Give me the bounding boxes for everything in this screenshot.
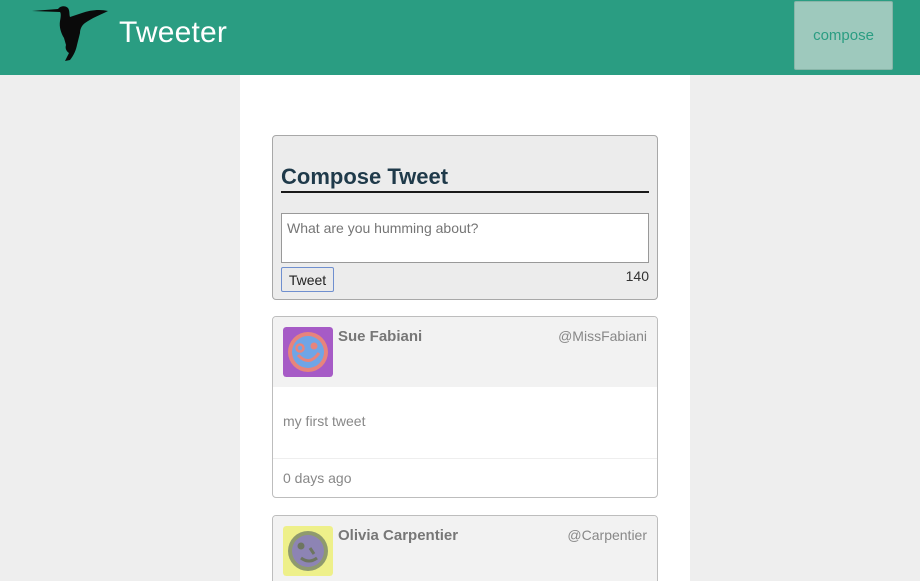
- compose-tweet-form: Compose Tweet Tweet 140: [272, 135, 658, 300]
- brand-title: Tweeter: [119, 16, 228, 49]
- avatar: [283, 526, 333, 576]
- main-container: Compose Tweet Tweet 140 Sue Fabiani @Mis…: [240, 75, 690, 581]
- compose-button[interactable]: compose: [794, 1, 893, 70]
- tweet-author-name: Sue Fabiani: [338, 328, 423, 345]
- character-counter: 140: [625, 268, 649, 284]
- tweet-header: Sue Fabiani @MissFabiani: [273, 317, 657, 387]
- tweet-author-name: Olivia Carpentier: [338, 527, 459, 544]
- avatar: [283, 327, 333, 377]
- compose-title: Compose Tweet: [281, 164, 649, 193]
- hummingbird-logo-icon: [32, 6, 108, 61]
- tweet-header: Olivia Carpentier @Carpentier: [273, 516, 657, 581]
- tweet-card: Sue Fabiani @MissFabiani my first tweet …: [272, 316, 658, 498]
- tweet-card: Olivia Carpentier @Carpentier: [272, 515, 658, 581]
- tweet-text: my first tweet: [273, 387, 657, 459]
- tweet-author-handle: @MissFabiani: [558, 328, 647, 344]
- tweet-submit-button[interactable]: Tweet: [281, 267, 334, 292]
- top-navbar: Tweeter compose: [0, 0, 920, 75]
- tweet-textarea[interactable]: [281, 213, 649, 263]
- tweet-author-handle: @Carpentier: [567, 527, 647, 543]
- tweet-timestamp: 0 days ago: [283, 470, 352, 486]
